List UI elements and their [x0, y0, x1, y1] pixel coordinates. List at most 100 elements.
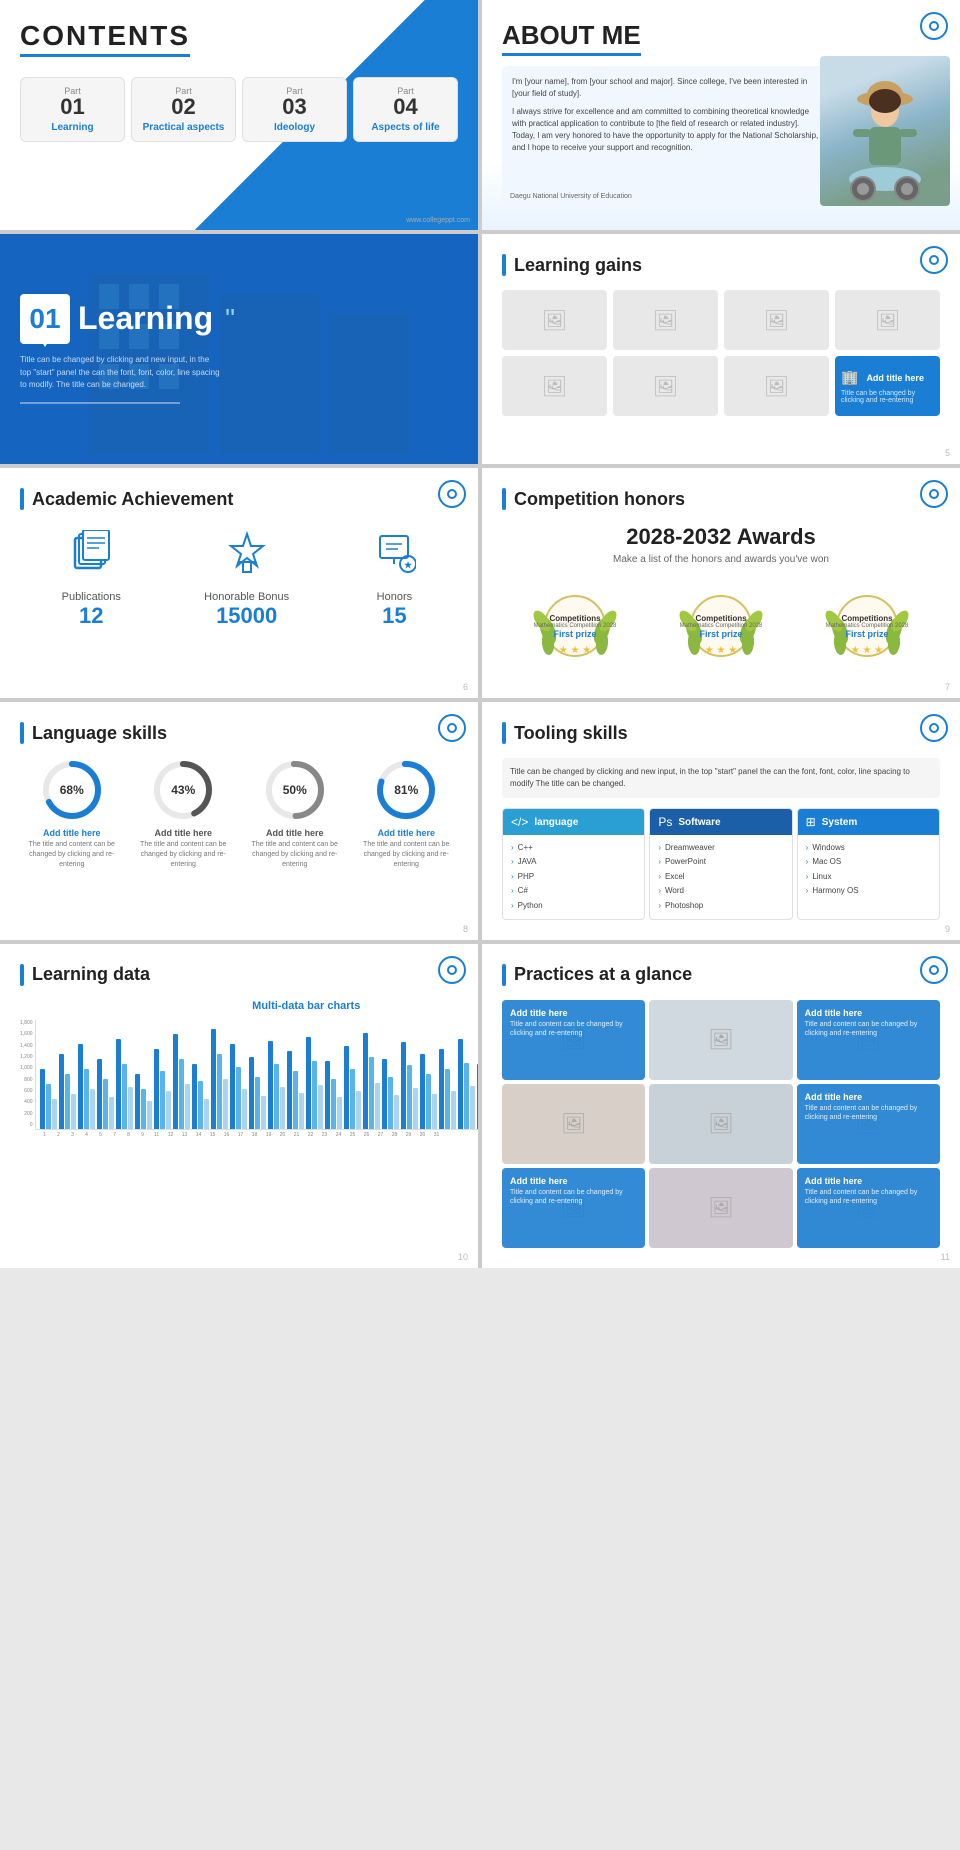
bar-group-12 [268, 1041, 285, 1129]
tooling-title-bar: Tooling skills [502, 722, 940, 744]
bar-group-19 [401, 1042, 418, 1129]
img-icon-1: 🖼 [542, 308, 567, 333]
x-label-10: 13 [179, 1132, 191, 1138]
slide-contents: CONTENTS Part 01 Learning Part 02 Practi… [0, 0, 478, 230]
lang-desc-2: The title and content can be changed by … [132, 840, 236, 869]
page-11: 11 [941, 1252, 950, 1262]
practice-img-8: 🖼 [649, 1168, 792, 1248]
practice-overlay-9: Add title here Title and content can be … [797, 1168, 940, 1248]
bar-13-1 [293, 1071, 298, 1129]
slide-data: Learning data Multi-data bar charts 1,80… [0, 944, 478, 1268]
practice-card-5: 🖼 [649, 1084, 792, 1164]
x-label-3: 4 [81, 1132, 93, 1138]
bar-22-1 [464, 1063, 469, 1129]
learning-tag: 01 Learning " [20, 294, 235, 344]
learning-desc: Title can be changed by clicking and new… [20, 354, 220, 392]
award-wreath-2: ★ ★ ★ Competitions Mathematics Competiti… [676, 581, 766, 671]
lang-skill-list: C++ JAVA PHP C# Python [503, 835, 644, 919]
publications-label: Publications [62, 591, 121, 603]
academic-title: Academic Achievement [32, 489, 233, 510]
practice-card-4: 🖼 [502, 1084, 645, 1164]
chart-title: Multi-data bar charts [20, 1000, 478, 1012]
data-title: Learning data [32, 964, 150, 985]
practice-overlay-1: Add title here Title and content can be … [502, 1000, 645, 1080]
img-icon-7: 🖼 [764, 374, 789, 399]
parts-grid: Part 01 Learning Part 02 Practical aspec… [20, 77, 458, 142]
bar-9-1 [217, 1054, 222, 1129]
donut-2: 43% [151, 758, 215, 822]
bar-6-0 [154, 1049, 159, 1129]
bar-group-4 [116, 1039, 133, 1129]
practice-card-9: 🖼 Add title here Title and content can b… [797, 1168, 940, 1248]
bar-group-21 [439, 1049, 456, 1129]
donut-4: 81% [374, 758, 438, 822]
lang-header: </> language [503, 809, 644, 835]
bar-3-0 [97, 1059, 102, 1129]
x-label-13: 16 [221, 1132, 233, 1138]
sw-skill-excel: Excel [658, 870, 783, 884]
person-illustration [825, 61, 945, 206]
practice-img-icon-5: 🖼 [708, 1111, 733, 1136]
practice-card-6: 🖼 Add title here Title and content can b… [797, 1084, 940, 1164]
slide-practices: Practices at a glance 🖼 Add title here T… [482, 944, 960, 1268]
slide-about: ABOUT ME I'm [your name], from [your sch… [482, 0, 960, 230]
lang-skill-java: JAVA [511, 855, 636, 869]
x-label-2: 3 [67, 1132, 79, 1138]
part-name-1: Learning [27, 122, 118, 133]
publications-icon [62, 530, 121, 583]
img-icon-3: 🖼 [764, 308, 789, 333]
donut-3: 50% [263, 758, 327, 822]
bar-11-0 [249, 1057, 254, 1129]
bar-group-17 [363, 1033, 380, 1129]
bar-20-2 [432, 1094, 437, 1129]
y-1200: 1,200 [20, 1054, 33, 1060]
bar-14-0 [306, 1037, 311, 1129]
practice-title-3: Add title here [805, 1008, 932, 1018]
learning-content: 01 Learning " Title can be changed by cl… [0, 264, 255, 434]
blue-accent-5 [502, 722, 506, 744]
bar-3-2 [109, 1097, 114, 1129]
bar-4-2 [128, 1087, 133, 1129]
bars-wrapper: 1234578911121314151617181920212223242526… [35, 1020, 478, 1140]
achievement-items: Publications 12 Honorable Bonus 15000 [20, 530, 458, 629]
img-icon-4: 🖼 [875, 308, 900, 333]
practice-card-1: 🖼 Add title here Title and content can b… [502, 1000, 645, 1080]
y-axis: 1,800 1,600 1,400 1,200 1,000 800 600 40… [20, 1020, 33, 1130]
about-intro: I'm [your name], from [your school and m… [512, 76, 820, 100]
about-body: I always strive for excellence and am co… [512, 106, 820, 154]
bar-2-2 [90, 1089, 95, 1129]
practice-img-icon-4: 🖼 [561, 1111, 586, 1136]
practice-img-2: 🖼 [649, 1000, 792, 1080]
bar-12-2 [280, 1087, 285, 1129]
skill-col-software: Ps Software Dreamweaver PowerPoint Excel… [649, 808, 792, 920]
practices-title-bar: Practices at a glance [502, 964, 940, 986]
slide-language: Language skills 68% Add title here The t… [0, 702, 478, 940]
bar-group-3 [97, 1059, 114, 1129]
blue-accent-4 [20, 722, 24, 744]
honors-icon: ★ [372, 530, 416, 583]
award-prize-2: First prize [699, 629, 742, 639]
bar-8-0 [192, 1064, 197, 1129]
practice-card-7: 🖼 Add title here Title and content can b… [502, 1168, 645, 1248]
contents-title: CONTENTS [20, 20, 190, 57]
bar-5-0 [135, 1074, 140, 1129]
pct-4: 81% [374, 758, 438, 822]
lang-desc-3: The title and content can be changed by … [243, 840, 347, 869]
y-200: 200 [20, 1111, 33, 1117]
bar-11-2 [261, 1096, 266, 1129]
bar-group-7 [173, 1034, 190, 1129]
page-8: 8 [463, 924, 468, 934]
award-prize-3: First prize [845, 629, 888, 639]
lang-skill-cpp: C++ [511, 841, 636, 855]
practice-title-7: Add title here [510, 1176, 637, 1186]
slide-learning: 01 Learning " Title can be changed by cl… [0, 234, 478, 464]
lang-title-2: Add title here [132, 828, 236, 838]
practices-title: Practices at a glance [514, 964, 692, 985]
honors-label: Honors [372, 591, 416, 603]
sys-skill-harmony: Harmony OS [806, 884, 931, 898]
practice-desc-6: Title and content can be changed by clic… [805, 1104, 932, 1122]
publications-value: 12 [62, 603, 121, 629]
sw-skill-dw: Dreamweaver [658, 841, 783, 855]
practice-img-icon-2: 🖼 [708, 1027, 733, 1052]
lang-title: Language skills [32, 723, 167, 744]
